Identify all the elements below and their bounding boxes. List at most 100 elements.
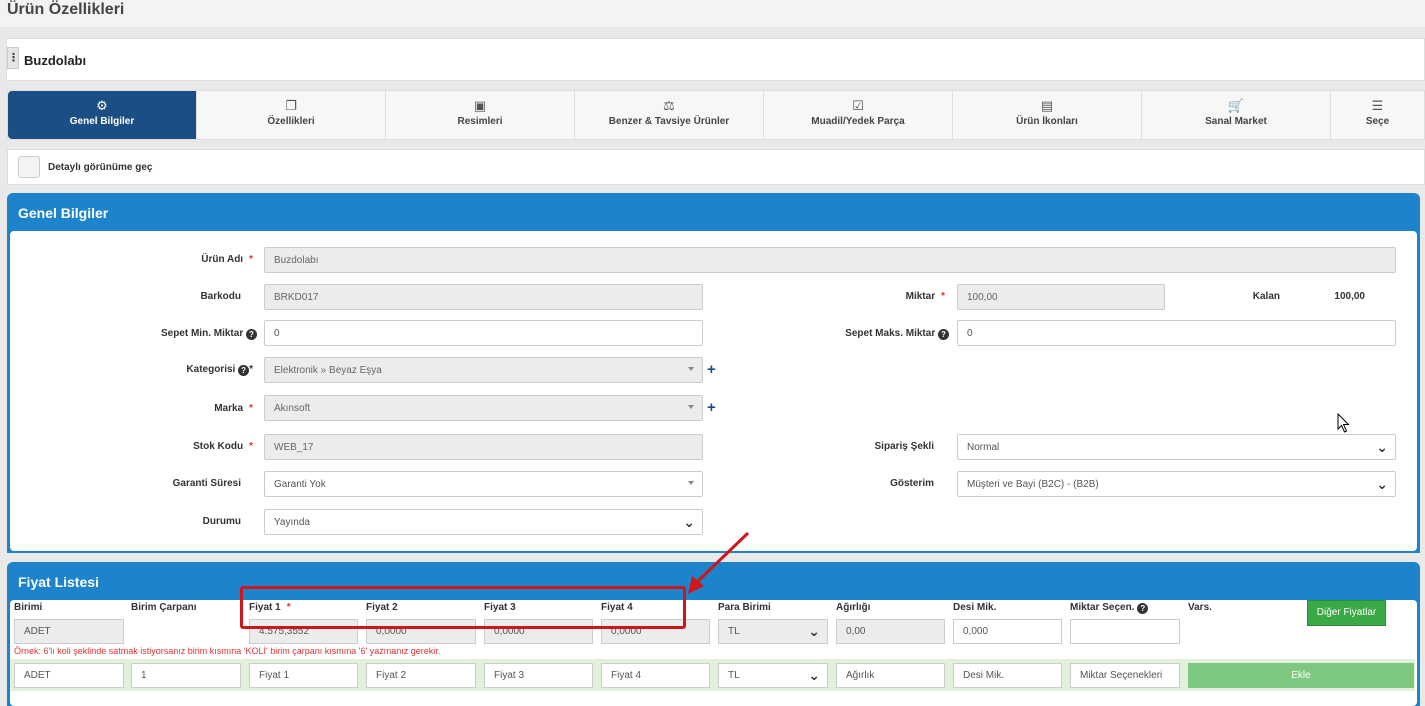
warranty-label: Garanti Süresi — [172, 478, 241, 489]
col-currency: Para Birimi — [718, 602, 771, 613]
title-bar — [0, 0, 1425, 27]
gears-icon: ⚙ — [96, 98, 108, 113]
status-label: Durumu — [202, 516, 241, 527]
new-multiplier-input[interactable]: 1 — [131, 663, 241, 688]
price-list-title: Fiyat Listesi — [18, 574, 99, 590]
tab-5[interactable]: ☑ Muadil/Yedek Parça — [764, 91, 953, 139]
basket-min-input[interactable]: 0 — [264, 320, 703, 346]
caret-down-icon — [688, 367, 694, 371]
detail-view-label: Detaylı görünüme geç — [48, 162, 153, 173]
help-icon[interactable]: ? — [238, 365, 250, 376]
new-price3-input[interactable]: Fiyat 3 — [484, 663, 593, 688]
display-select[interactable]: Müşteri ve Bayi (B2C) - (B2B) ⌄ — [957, 471, 1396, 497]
check-square-icon: ☑ — [852, 98, 864, 113]
row-qty-options-input[interactable] — [1070, 619, 1180, 644]
quantity-label: Miktar * — [905, 291, 945, 302]
list-icon: ☰ — [1371, 98, 1384, 113]
mouse-cursor-icon — [1337, 413, 1350, 433]
product-name-input[interactable]: Buzdolabı — [264, 247, 1396, 273]
remaining-label: Kalan — [1252, 291, 1280, 302]
help-icon[interactable]: ? — [938, 329, 949, 340]
help-icon[interactable]: ? — [246, 329, 257, 340]
page-title: Ürün Özellikleri — [7, 1, 125, 18]
basket-max-input[interactable]: 0 — [957, 320, 1396, 346]
product-header: ⋮ Buzdolabı — [6, 38, 1425, 81]
new-weight-input[interactable]: Ağırlık — [836, 663, 945, 688]
row-currency-select[interactable]: TL ⌄ — [718, 619, 828, 644]
new-unit-input[interactable]: ADET — [14, 663, 124, 688]
basket-max-label: Sepet Maks. Miktar ? — [780, 328, 949, 340]
col-qty-options: Miktar Seçen. ? — [1070, 602, 1149, 614]
col-multiplier: Birim Çarpanı — [131, 602, 197, 613]
tab-label: Ürün İkonları — [1016, 116, 1078, 127]
tab-2[interactable]: ❐ Özellikleri — [197, 91, 386, 139]
tab-label: Özellikleri — [267, 116, 315, 127]
stock-code-input[interactable]: WEB_17 — [264, 434, 703, 460]
tab-label: Seçe — [1365, 116, 1390, 127]
new-qty-options-input[interactable]: Miktar Seçenekleri — [1070, 663, 1180, 688]
row-weight-input[interactable]: 0,00 — [836, 619, 945, 644]
stock-code-label: Stok Kodu * — [193, 441, 253, 452]
tab-3[interactable]: ▣ Resimleri — [386, 91, 575, 139]
cart-icon: 🛒 — [1227, 98, 1245, 113]
chevron-down-icon: ⌄ — [683, 514, 695, 530]
new-price1-input[interactable]: Fiyat 1 — [249, 663, 358, 688]
add-price-button[interactable]: Ekle — [1188, 663, 1414, 688]
unit-example-note: Örnek: 6'lı koli şeklinde satmak istiyor… — [14, 646, 441, 656]
chevron-down-icon: ⌄ — [808, 623, 820, 639]
tab-1[interactable]: ⚙ Genel Bilgiler — [8, 91, 197, 139]
row-unit-input[interactable]: ADET — [14, 619, 124, 644]
tab-8[interactable]: ☰ Seçe — [1331, 91, 1424, 139]
drag-handle-icon[interactable]: ⋮ — [7, 47, 19, 69]
tab-label: Resimleri — [457, 116, 503, 127]
product-name-label: Ürün Adı * — [201, 254, 253, 265]
file-image-icon: ▤ — [1040, 98, 1054, 113]
brand-select[interactable]: Akınsoft — [264, 395, 703, 421]
image-icon: ▣ — [473, 98, 487, 113]
new-desi-input[interactable]: Desi Mik. — [953, 663, 1062, 688]
tab-7[interactable]: 🛒 Sanal Market — [1142, 91, 1331, 139]
tab-label: Genel Bilgiler — [69, 116, 135, 127]
tab-4[interactable]: ⚖ Benzer & Tavsiye Ürünler — [575, 91, 764, 139]
tab-bar: ⚙ Genel Bilgiler ❐ Özellikleri ▣ Resimleri ⚖ Be… — [7, 90, 1425, 140]
general-info-body — [10, 231, 1417, 551]
row-desi-input[interactable]: 0,000 — [953, 619, 1062, 644]
add-category-plus-icon[interactable]: + — [707, 361, 716, 378]
general-info-title: Genel Bilgiler — [18, 205, 109, 221]
tab-label: Benzer & Tavsiye Ürünler — [608, 116, 730, 127]
product-name: Buzdolabı — [24, 53, 87, 68]
status-select[interactable]: Yayında ⌄ — [264, 509, 703, 535]
new-price2-input[interactable]: Fiyat 2 — [366, 663, 476, 688]
order-type-label: Sipariş Şekli — [874, 441, 934, 452]
chevron-down-icon: ⌄ — [1376, 476, 1388, 492]
new-price4-input[interactable]: Fiyat 4 — [601, 663, 710, 688]
tab-6[interactable]: ▤ Ürün İkonları — [953, 91, 1142, 139]
category-select[interactable]: Elektronik » Beyaz Eşya — [264, 357, 703, 383]
detail-view-toggle: Detaylı görünüme geç — [7, 149, 1425, 185]
new-currency-select[interactable]: TL ⌄ — [718, 663, 828, 688]
help-icon[interactable]: ? — [1137, 603, 1149, 614]
detail-view-checkbox[interactable] — [18, 156, 40, 178]
chevron-down-icon: ⌄ — [1376, 439, 1388, 455]
copy-icon: ❐ — [285, 98, 297, 113]
tab-label: Muadil/Yedek Parça — [811, 116, 905, 127]
caret-down-icon — [688, 405, 694, 409]
order-type-select[interactable]: Normal ⌄ — [957, 434, 1396, 460]
add-brand-plus-icon[interactable]: + — [707, 399, 716, 416]
barcode-input[interactable]: BRKD017 — [264, 284, 703, 310]
annotation-arrow-icon — [688, 531, 750, 594]
warranty-select[interactable]: Garanti Yok — [264, 471, 703, 497]
annotation-highlight-box — [240, 586, 686, 629]
col-weight: Ağırlığı — [836, 602, 871, 613]
barcode-label: Barkodu — [200, 291, 241, 302]
other-prices-button[interactable]: Diğer Fiyatlar — [1307, 600, 1386, 626]
col-vars: Vars. — [1188, 602, 1212, 613]
quantity-input[interactable]: 100,00 — [957, 284, 1165, 310]
caret-down-icon — [688, 481, 694, 485]
col-unit: Birimi — [14, 602, 43, 613]
basket-min-label: Sepet Min. Miktar ? — [100, 328, 257, 340]
remaining-value: 100,00 — [1334, 291, 1365, 302]
category-label: Kategorisi ? * — [186, 364, 253, 376]
brand-label: Marka * — [214, 403, 253, 414]
tab-label: Sanal Market — [1205, 116, 1267, 127]
